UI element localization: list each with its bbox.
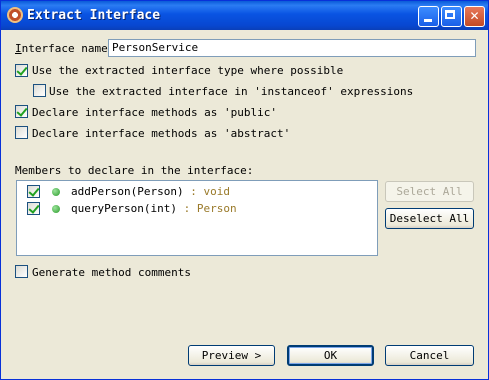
- generate-comments-label: Generate method comments: [32, 266, 191, 279]
- public-method-icon: [52, 188, 60, 196]
- title-bar[interactable]: Extract Interface ✕: [1, 1, 488, 30]
- minimize-button[interactable]: [418, 6, 439, 27]
- member-type: : Person: [176, 202, 237, 215]
- member-name: queryPerson(int): [71, 202, 177, 215]
- declare-abstract-label: Declare interface methods as 'abstract': [32, 127, 291, 140]
- members-label: Members to declare in the interface:: [15, 164, 254, 177]
- declare-public-checkbox[interactable]: [15, 105, 28, 118]
- generate-comments-checkbox[interactable]: [15, 265, 28, 278]
- use-instanceof-checkbox[interactable]: [33, 84, 46, 97]
- window-title: Extract Interface: [27, 8, 161, 23]
- minimize-icon: [424, 19, 432, 22]
- maximize-icon: [445, 10, 455, 19]
- ok-button[interactable]: OK: [287, 345, 374, 366]
- maximize-button[interactable]: [441, 6, 462, 27]
- member-type: : void: [183, 185, 230, 198]
- public-method-icon: [52, 205, 60, 213]
- eclipse-icon: [7, 7, 23, 23]
- members-list[interactable]: addPerson(Person) : void queryPerson(int…: [16, 180, 378, 256]
- member-checkbox[interactable]: [27, 202, 40, 215]
- use-type-checkbox[interactable]: [15, 64, 28, 77]
- interface-name-label: Interface name:: [15, 42, 115, 55]
- member-checkbox[interactable]: [27, 185, 40, 198]
- close-icon: ✕: [469, 9, 480, 23]
- use-instanceof-label: Use the extracted interface in 'instance…: [49, 85, 414, 98]
- preview-button[interactable]: Preview >: [188, 345, 275, 366]
- deselect-all-button[interactable]: Deselect All: [385, 208, 474, 229]
- declare-public-label: Declare interface methods as 'public': [32, 106, 278, 119]
- extract-interface-dialog: Extract Interface ✕ Interface name: Pers…: [0, 0, 489, 380]
- select-all-button[interactable]: Select All: [385, 181, 474, 202]
- close-button[interactable]: ✕: [464, 6, 485, 27]
- declare-abstract-checkbox[interactable]: [15, 126, 28, 139]
- cancel-button[interactable]: Cancel: [385, 345, 474, 366]
- member-name: addPerson(Person): [71, 185, 184, 198]
- interface-name-input[interactable]: PersonService: [108, 39, 476, 57]
- use-type-label: Use the extracted interface type where p…: [32, 64, 344, 77]
